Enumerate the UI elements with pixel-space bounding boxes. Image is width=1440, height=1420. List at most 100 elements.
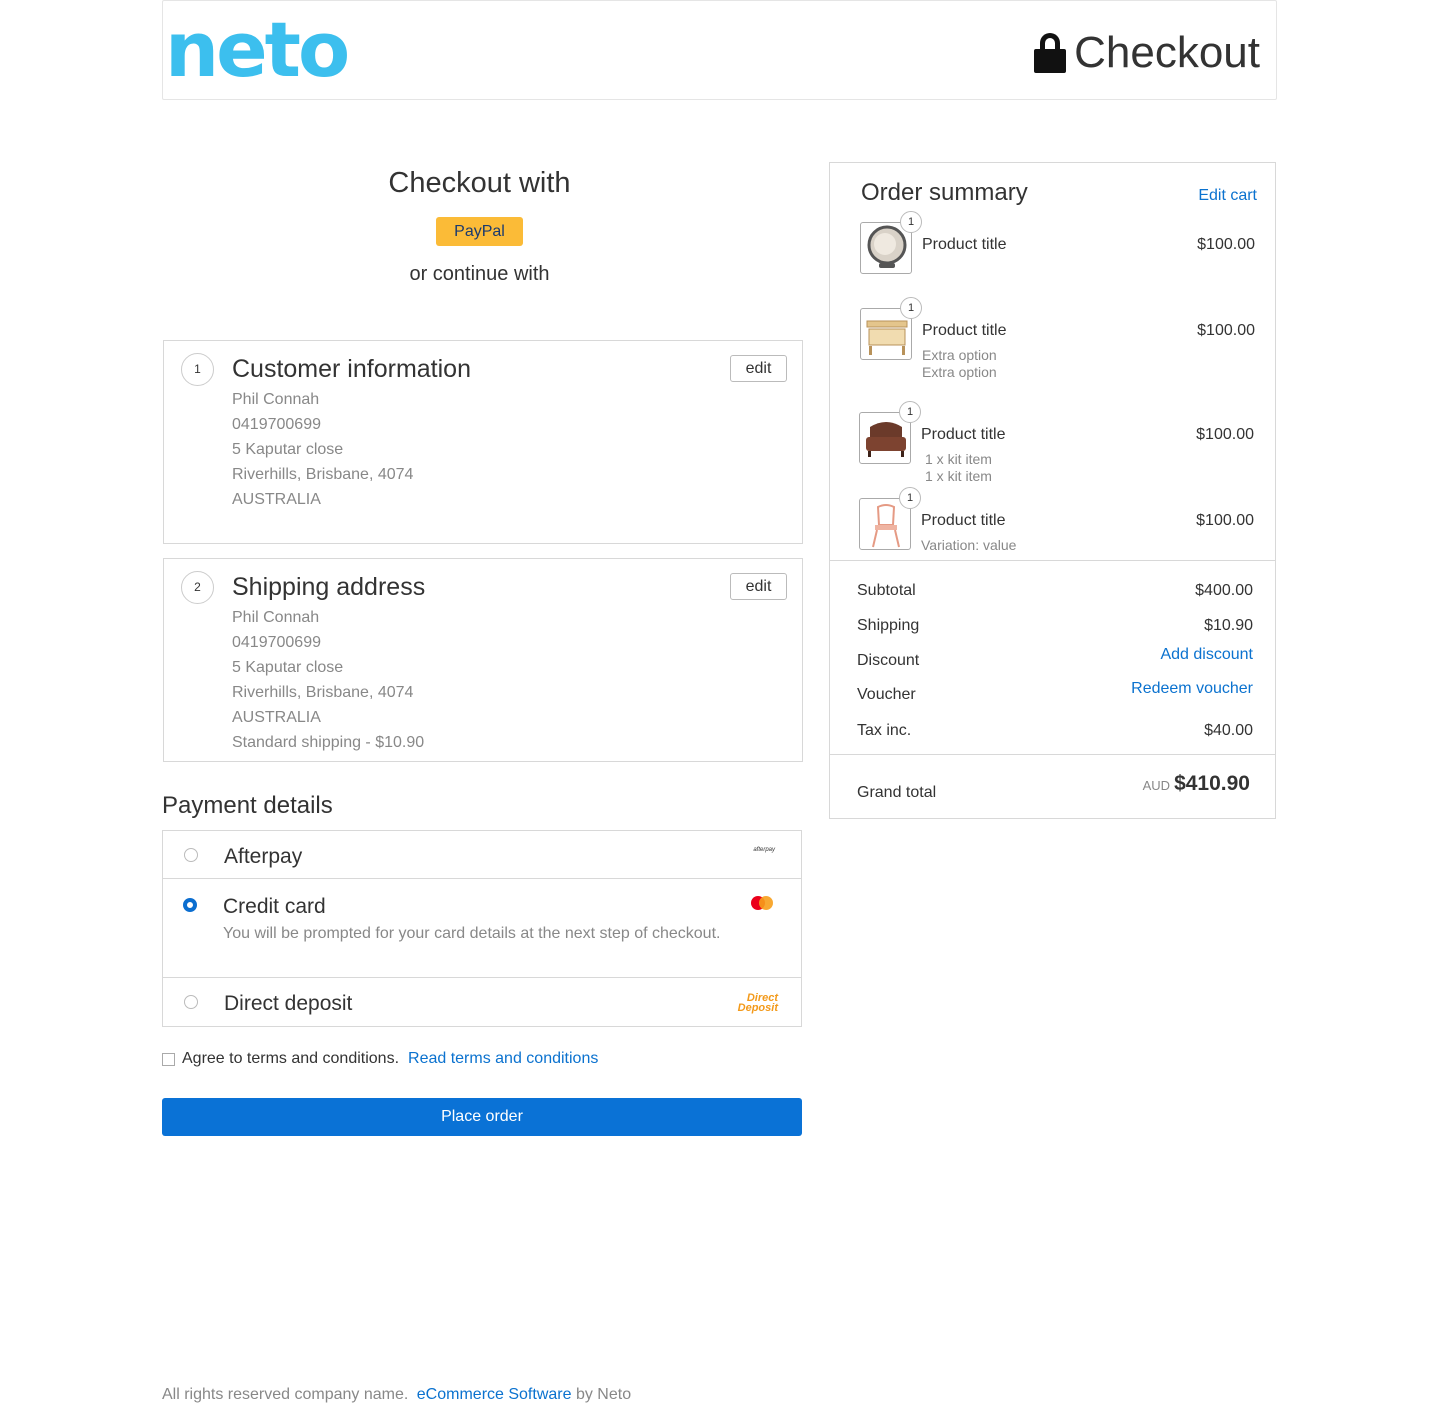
- product-title: Product title: [922, 322, 1007, 339]
- neto-logo[interactable]: neto: [165, 5, 350, 95]
- payment-option-direct-deposit[interactable]: Direct deposit Direct Deposit: [163, 978, 801, 1026]
- shipping-label: Shipping: [857, 617, 920, 634]
- discount-label: Discount: [857, 652, 920, 669]
- place-order-button[interactable]: Place order: [162, 1098, 802, 1136]
- shipping-name: Phil Connah: [232, 609, 320, 626]
- customer-info-title: Customer information: [232, 355, 471, 383]
- customer-country: AUSTRALIA: [232, 491, 321, 508]
- direct-deposit-label: Direct deposit: [224, 992, 353, 1015]
- order-summary: Order summary Edit cart 1 Product title …: [829, 162, 1276, 819]
- grand-total-value: AUD $410.90: [1143, 772, 1250, 796]
- edit-customer-button[interactable]: edit: [730, 355, 787, 382]
- customer-details: Phil Connah 0419700699 5 Kaputar close R…: [232, 387, 413, 512]
- credit-card-radio[interactable]: [183, 898, 197, 912]
- footer-suffix: by Neto: [575, 1386, 632, 1403]
- product-title: Product title: [922, 236, 1007, 253]
- quantity-badge: 1: [899, 487, 921, 509]
- quantity-badge: 1: [900, 297, 922, 319]
- express-checkout: Checkout with PayPal or continue with: [162, 165, 797, 286]
- product-price: $100.00: [1196, 512, 1254, 529]
- subtotal-value: $400.00: [1195, 582, 1253, 599]
- checkout-with-heading: Checkout with: [388, 167, 571, 199]
- subtotal-row: Subtotal $400.00: [857, 582, 1253, 600]
- shipping-phone: 0419700699: [232, 634, 321, 651]
- shipping-value: $10.90: [1204, 617, 1253, 634]
- quantity-badge: 1: [900, 211, 922, 233]
- customer-name: Phil Connah: [232, 391, 320, 408]
- lock-icon: [1034, 33, 1067, 73]
- voucher-row: Voucher Redeem voucher: [857, 680, 1253, 704]
- customer-city: Riverhills, Brisbane, 4074: [232, 466, 414, 483]
- cart-item: 1 Product title $100.00 1 x kit item 1 x…: [859, 401, 1255, 492]
- shipping-row: Shipping $10.90: [857, 617, 1253, 635]
- credit-card-description: You will be prompted for your card detai…: [223, 925, 721, 942]
- grand-total-row: Grand total AUD $410.90: [857, 772, 1253, 802]
- order-summary-title: Order summary: [861, 179, 1028, 206]
- paypal-button[interactable]: PayPal: [436, 217, 523, 246]
- summary-divider: [830, 560, 1275, 561]
- customer-info-card: 1 Customer information edit Phil Connah …: [163, 340, 803, 544]
- voucher-label: Voucher: [857, 686, 916, 703]
- cart-item: 1 Product title $100.00 Variation: value: [859, 487, 1255, 558]
- subtotal-label: Subtotal: [857, 582, 916, 599]
- terms-checkbox[interactable]: [162, 1052, 175, 1066]
- payment-details-title: Payment details: [162, 792, 333, 819]
- product-title: Product title: [921, 512, 1006, 529]
- afterpay-label: Afterpay: [224, 845, 303, 868]
- direct-deposit-radio[interactable]: [184, 995, 198, 1009]
- direct-deposit-logo-icon: Direct Deposit: [737, 993, 778, 1014]
- tax-label: Tax inc.: [857, 722, 912, 739]
- customer-phone: 0419700699: [232, 416, 321, 433]
- summary-divider: [830, 754, 1275, 755]
- kit-item: 1 x kit item: [925, 451, 992, 467]
- ecommerce-software-link[interactable]: eCommerce Software: [417, 1386, 572, 1403]
- terms-row: Agree to terms and conditions. Read term…: [162, 1050, 598, 1068]
- redeem-voucher-link[interactable]: Redeem voucher: [1131, 680, 1253, 698]
- footer-copyright: All rights reserved company name.: [162, 1386, 409, 1403]
- payment-option-credit-card[interactable]: Credit card You will be prompted for you…: [163, 879, 801, 978]
- payment-options: Afterpay afterpay Credit card You will b…: [162, 830, 802, 1027]
- payment-option-afterpay[interactable]: Afterpay afterpay: [163, 831, 801, 879]
- grand-total-amount: $410.90: [1174, 772, 1250, 795]
- shipping-address-title: Shipping address: [232, 573, 426, 601]
- currency-code: AUD: [1142, 778, 1171, 793]
- tax-row: Tax inc. $40.00: [857, 722, 1253, 740]
- product-price: $100.00: [1197, 322, 1255, 339]
- terms-label: Agree to terms and conditions.: [182, 1050, 400, 1067]
- step-number: 2: [181, 571, 214, 604]
- checkout-heading: Checkout: [1034, 27, 1260, 79]
- afterpay-logo-icon: afterpay: [753, 847, 775, 853]
- step-number: 1: [181, 353, 214, 386]
- product-variation: Variation: value: [921, 537, 1017, 553]
- credit-card-label: Credit card: [223, 895, 326, 918]
- kit-item: 1 x kit item: [925, 468, 992, 484]
- afterpay-radio[interactable]: [184, 848, 198, 862]
- edit-cart-link[interactable]: Edit cart: [1198, 187, 1257, 205]
- shipping-address-card: 2 Shipping address edit Phil Connah 0419…: [163, 558, 803, 762]
- add-discount-link[interactable]: Add discount: [1160, 646, 1253, 664]
- discount-row: Discount Add discount: [857, 646, 1253, 670]
- tax-value: $40.00: [1204, 722, 1253, 739]
- checkout-title: Checkout: [1074, 28, 1260, 77]
- customer-street: 5 Kaputar close: [232, 441, 344, 458]
- shipping-country: AUSTRALIA: [232, 709, 321, 726]
- or-continue-text: or continue with: [409, 263, 550, 285]
- quantity-badge: 1: [899, 401, 921, 423]
- product-price: $100.00: [1196, 426, 1254, 443]
- edit-shipping-button[interactable]: edit: [730, 573, 787, 600]
- cart-item: 1 Product title $100.00 Extra option Ext…: [860, 297, 1255, 388]
- cart-item: 1 Product title $100.00: [860, 211, 1255, 282]
- product-price: $100.00: [1197, 236, 1255, 253]
- read-terms-link[interactable]: Read terms and conditions: [408, 1050, 598, 1068]
- shipping-city: Riverhills, Brisbane, 4074: [232, 684, 414, 701]
- shipping-street: 5 Kaputar close: [232, 659, 344, 676]
- shipping-method: Standard shipping - $10.90: [232, 734, 425, 751]
- site-header: neto Checkout: [162, 0, 1277, 100]
- grand-total-label: Grand total: [857, 784, 937, 801]
- product-option: Extra option: [922, 347, 997, 363]
- site-footer: All rights reserved company name. eComme…: [162, 1386, 631, 1404]
- product-title: Product title: [921, 426, 1006, 443]
- shipping-details: Phil Connah 0419700699 5 Kaputar close R…: [232, 605, 424, 755]
- direct-deposit-logo-line2: Deposit: [737, 1002, 778, 1014]
- product-option: Extra option: [922, 364, 997, 380]
